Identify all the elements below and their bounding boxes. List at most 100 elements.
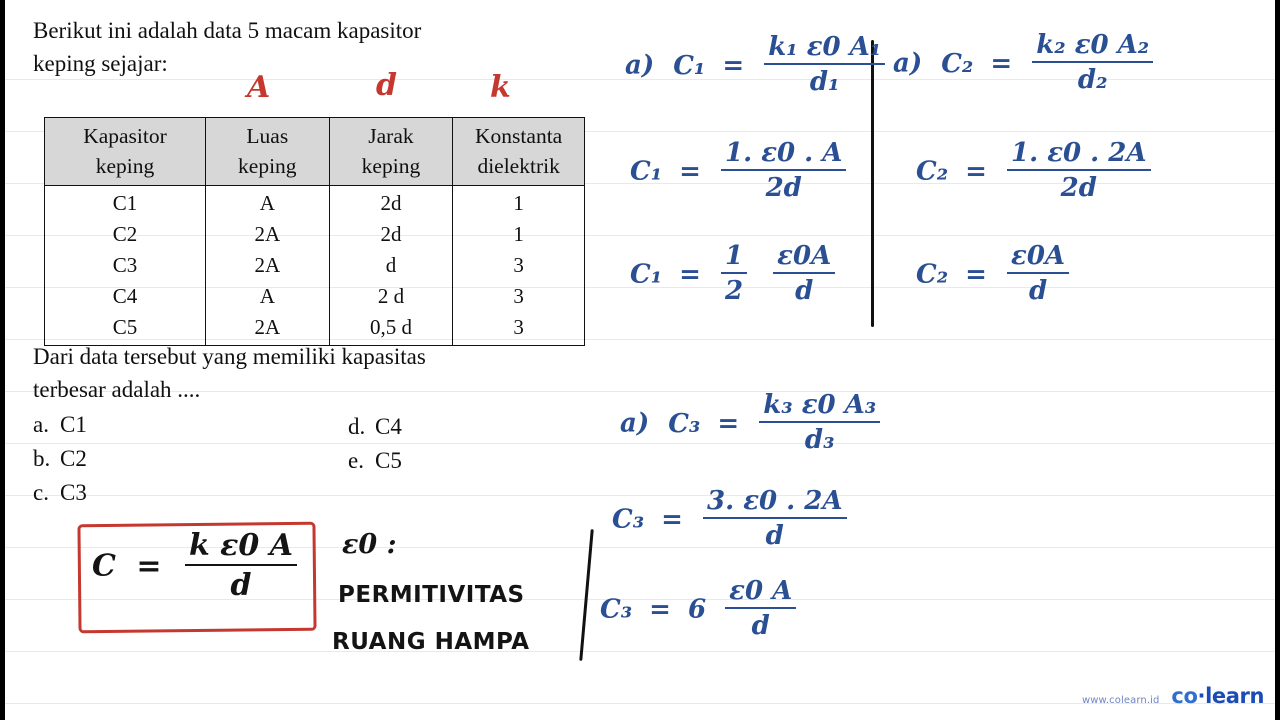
epsilon-symbol-label: ε0 : [342, 529, 397, 560]
work-c3-step3-numerator: ε0 A [725, 576, 797, 609]
work-c2-step3-fraction: ε0A d [1007, 241, 1070, 306]
work-c3-step2: C₃ = 3. ε0 . 2A d [612, 486, 850, 553]
header-top: Luas [246, 124, 289, 148]
work-c3-step2-lhs: C₃ [612, 504, 645, 535]
cell-capacitor: C2 [44, 219, 206, 250]
watermark-brand-second: learn [1205, 684, 1264, 708]
work-c1-marker: a) [625, 50, 655, 81]
header-bottom: keping [238, 154, 297, 178]
work-c3-step3: C₃ = 6 ε0 A d [600, 576, 799, 643]
boxed-formula-fraction: k ε0 A d [184, 528, 297, 603]
epsilon-note-line2: RUANG HAMPA [332, 629, 530, 655]
work-c3-step1-fraction: k₃ ε0 A₃ d₃ [759, 390, 881, 455]
table-row: C4 A 2 d 3 [44, 281, 585, 312]
table-header-cell: Kapasitor keping [44, 117, 206, 186]
option-d[interactable]: d. C4 [348, 414, 402, 440]
work-c3-step3-lhs: C₃ [600, 594, 633, 625]
work-c2-step1-denominator: d₂ [1077, 65, 1108, 95]
option-e-text: C5 [375, 448, 402, 473]
work-c3-step2-denominator: d [765, 521, 784, 551]
option-c[interactable]: c. C3 [33, 480, 87, 506]
work-c1-step3-frac2-den: d [795, 276, 814, 306]
option-e[interactable]: e. C5 [348, 448, 402, 474]
work-c1-step3-frac1-den: 2 [725, 276, 744, 306]
work-c1-step2-lhs: C₁ [630, 156, 663, 187]
cell-area: A [204, 185, 330, 219]
work-c3-step3-fraction: ε0 A d [725, 576, 797, 641]
work-c1-step2: C₁ = 1. ε0 . A 2d [630, 138, 849, 205]
cell-capacitor: C1 [44, 185, 206, 219]
option-a-text: C1 [60, 412, 87, 437]
header-top: Kapasitor [83, 124, 167, 148]
work-c1-step1: a) C₁ = k₁ ε0 A₁ d₁ [625, 32, 888, 99]
work-c2-step1-fraction: k₂ ε0 A₂ d₂ [1032, 30, 1154, 95]
cell-constant: 3 [452, 281, 585, 312]
option-d-text: C4 [375, 414, 402, 439]
work-c1-step3-fraction-half: 1 2 [721, 241, 748, 306]
cell-area: 2A [204, 250, 330, 281]
work-c2-step2-lhs: C₂ [916, 156, 949, 187]
option-e-label: e. [348, 448, 364, 473]
question-prompt-line2: terbesar adalah .... [33, 377, 201, 402]
work-c2-step2-fraction: 1. ε0 . 2A 2d [1007, 138, 1151, 203]
divider-vertical-bottom [579, 529, 594, 661]
work-c2-step3-denominator: d [1028, 276, 1048, 306]
boxed-formula-lhs: C [92, 548, 116, 584]
option-d-label: d. [348, 414, 366, 439]
work-c1-step1-lhs: C₁ [673, 50, 706, 81]
worksheet-page: Berikut ini adalah data 5 macam kapasito… [0, 0, 1280, 720]
page-edge-right [1275, 0, 1280, 720]
watermark-brand: co·learn [1171, 684, 1264, 708]
work-c1-step1-fraction: k₁ ε0 A₁ d₁ [764, 32, 886, 97]
header-top: Konstanta [475, 124, 563, 148]
table-row: C1 A 2d 1 [44, 185, 585, 219]
work-c1-step1-denominator: d₁ [809, 67, 840, 97]
work-c2-step1-numerator: k₂ ε0 A₂ [1032, 30, 1154, 63]
work-c1-step2-fraction: 1. ε0 . A 2d [721, 138, 847, 203]
work-c1-step3-frac2-num: ε0A [773, 241, 836, 274]
watermark-brand-dot: · [1197, 684, 1206, 708]
work-c3-step1-numerator: k₃ ε0 A₃ [759, 390, 881, 423]
option-a[interactable]: a. C1 [33, 412, 87, 438]
cell-area: A [204, 281, 330, 312]
cell-capacitor: C4 [44, 281, 206, 312]
work-c3-step2-numerator: 3. ε0 . 2A [703, 486, 847, 519]
annotation-distance-d: d [376, 68, 397, 103]
boxed-formula-numerator: k ε0 A [184, 528, 297, 566]
work-c1-step3: C₁ = 1 2 ε0A d [630, 241, 838, 308]
cell-distance: 2d [328, 219, 454, 250]
header-bottom: keping [95, 154, 155, 178]
epsilon-note-line1: PERMITIVITAS [338, 582, 525, 608]
cell-distance: 2 d [328, 281, 454, 312]
work-c2-step3: C₂ = ε0A d [916, 241, 1072, 308]
watermark-url: www.colearn.id [1081, 695, 1160, 706]
option-a-label: a. [33, 412, 49, 437]
option-b[interactable]: b. C2 [33, 446, 87, 472]
table-row: C3 2A d 3 [44, 250, 585, 281]
work-c3-step2-fraction: 3. ε0 . 2A d [703, 486, 847, 551]
work-c2-step3-numerator: ε0A [1007, 241, 1070, 274]
boxed-formula: C = k ε0 A d [92, 528, 300, 605]
table-row: C2 2A 2d 1 [44, 219, 585, 250]
question-prompt-line1: Dari data tersebut yang memiliki kapasit… [33, 344, 426, 369]
boxed-formula-equals: = [136, 548, 162, 584]
boxed-formula-denominator: d [230, 568, 252, 603]
work-c3-step1-lhs: C₃ [668, 408, 701, 439]
cell-area: 2A [204, 219, 330, 250]
work-c3-step1-denominator: d₃ [804, 425, 835, 455]
work-c2-marker: a) [893, 48, 923, 79]
option-b-text: C2 [60, 446, 87, 471]
question-prompt: Dari data tersebut yang memiliki kapasit… [33, 340, 611, 406]
work-c1-step3-fraction-eps: ε0A d [773, 241, 836, 306]
annotation-constant-k: k [490, 70, 511, 105]
work-c3-step3-denominator: d [751, 611, 770, 641]
header-bottom: keping [361, 154, 421, 178]
question-intro: Berikut ini adalah data 5 macam kapasito… [33, 14, 611, 80]
cell-constant: 3 [452, 250, 585, 281]
option-c-label: c. [33, 480, 49, 505]
work-c1-step2-numerator: 1. ε0 . A [721, 138, 847, 171]
work-c1-step2-denominator: 2d [765, 173, 802, 203]
capacitor-table: Kapasitor keping Luas keping Jarak kepin… [44, 117, 585, 346]
work-c3-step3-coefficient: 6 [688, 594, 707, 625]
work-c1-step1-numerator: k₁ ε0 A₁ [764, 32, 886, 65]
